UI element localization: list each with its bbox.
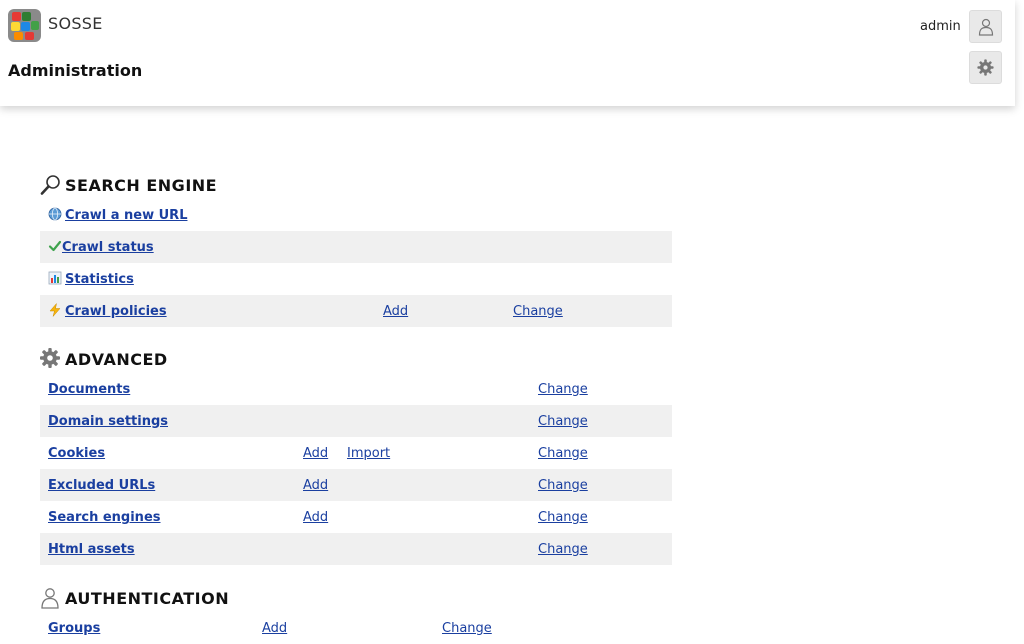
row-search-engines: Search engines Add Change	[40, 501, 672, 533]
cookies-link[interactable]: Cookies	[48, 446, 105, 461]
row-crawl-new-url: Crawl a new URL	[40, 199, 672, 231]
chart-icon	[48, 271, 62, 285]
html-assets-change-link[interactable]: Change	[538, 542, 588, 557]
row-groups: Groups Add Change	[40, 612, 672, 644]
crawl-status-link[interactable]: Crawl status	[62, 240, 154, 255]
gear-icon	[40, 348, 60, 368]
magnifier-icon	[40, 175, 60, 195]
crawl-policies-link[interactable]: Crawl policies	[65, 304, 167, 319]
row-html-assets: Html assets Change	[40, 533, 672, 565]
section-title-text: SEARCH ENGINE	[65, 175, 218, 195]
check-icon	[48, 240, 62, 252]
row-crawl-status: Crawl status	[40, 231, 672, 263]
excluded-urls-link[interactable]: Excluded URLs	[48, 478, 155, 493]
lightning-icon	[49, 303, 61, 317]
section-authentication-title: AUTHENTICATION	[40, 587, 229, 609]
brand-name[interactable]: SOSSE	[48, 14, 103, 33]
excluded-urls-add-link[interactable]: Add	[303, 478, 328, 493]
user-menu-button[interactable]	[969, 10, 1002, 43]
search-engines-link[interactable]: Search engines	[48, 510, 161, 525]
crawl-policies-add-link[interactable]: Add	[383, 304, 408, 319]
excluded-urls-change-link[interactable]: Change	[538, 478, 588, 493]
section-title-text: ADVANCED	[65, 349, 168, 369]
row-cookies: Cookies Add Import Change	[40, 437, 672, 469]
crawl-policies-change-link[interactable]: Change	[513, 304, 563, 319]
settings-button[interactable]	[969, 51, 1002, 84]
row-crawl-policies: Crawl policies Add Change	[40, 295, 672, 327]
domain-settings-link[interactable]: Domain settings	[48, 414, 168, 429]
user-icon	[978, 18, 993, 36]
cookies-import-link[interactable]: Import	[347, 446, 390, 461]
documents-link[interactable]: Documents	[48, 382, 130, 397]
statistics-link[interactable]: Statistics	[65, 272, 134, 287]
user-name: admin	[920, 19, 961, 34]
gear-icon	[977, 59, 994, 76]
section-title-text: AUTHENTICATION	[65, 588, 230, 608]
row-statistics: Statistics	[40, 263, 672, 295]
cookies-add-link[interactable]: Add	[303, 446, 328, 461]
search-engines-change-link[interactable]: Change	[538, 510, 588, 525]
top-header: SOSSE Administration admin	[0, 0, 1015, 106]
sosse-logo[interactable]	[8, 9, 41, 42]
row-documents: Documents Change	[40, 373, 672, 405]
crawl-new-url-link[interactable]: Crawl a new URL	[65, 208, 187, 223]
section-search-engine-title: SEARCH ENGINE	[40, 174, 217, 196]
documents-change-link[interactable]: Change	[538, 382, 588, 397]
globe-icon	[48, 207, 62, 221]
page-title: Administration	[8, 61, 143, 80]
row-excluded-urls: Excluded URLs Add Change	[40, 469, 672, 501]
html-assets-link[interactable]: Html assets	[48, 542, 135, 557]
search-engines-add-link[interactable]: Add	[303, 510, 328, 525]
section-advanced-title: ADVANCED	[40, 348, 168, 370]
cookies-change-link[interactable]: Change	[538, 446, 588, 461]
user-icon	[41, 588, 59, 609]
row-domain-settings: Domain settings Change	[40, 405, 672, 437]
domain-settings-change-link[interactable]: Change	[538, 414, 588, 429]
